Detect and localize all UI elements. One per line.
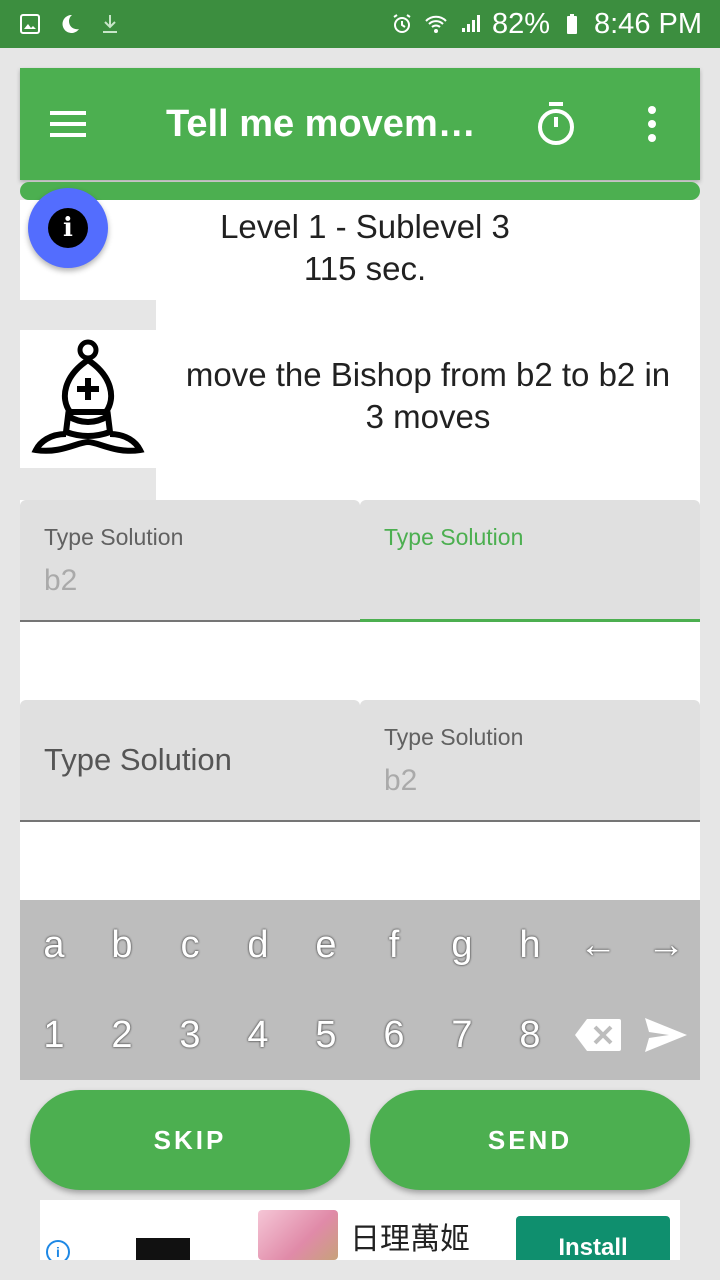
keyboard-row-numbers: 1 2 3 4 5 6 7 8 <box>20 990 700 1080</box>
bishop-icon <box>20 330 156 468</box>
ad-install-button[interactable]: Install <box>516 1216 670 1260</box>
send-button[interactable]: SEND <box>370 1090 690 1190</box>
key-e[interactable]: e <box>292 900 360 990</box>
solution-field-label: Type Solution <box>384 524 524 550</box>
instruction-line-1: move the Bishop from b2 to b2 in <box>185 356 671 393</box>
time-remaining: 115 sec. <box>303 250 427 287</box>
backspace-icon[interactable] <box>564 990 632 1080</box>
key-b[interactable]: b <box>88 900 156 990</box>
stopwatch-icon[interactable] <box>508 68 604 180</box>
key-c[interactable]: c <box>156 900 224 990</box>
ad-title: 日理萬姬 <box>350 1222 470 1257</box>
ad-info-icon[interactable]: i <box>46 1240 70 1260</box>
solution-field-3[interactable]: Type Solution <box>20 700 360 822</box>
ad-thumbnail <box>258 1210 338 1260</box>
more-vert-icon[interactable] <box>604 68 700 180</box>
key-2[interactable]: 2 <box>88 990 156 1080</box>
info-icon: i <box>48 208 88 248</box>
solution-field-4[interactable]: Type Solution b2 <box>360 700 700 822</box>
solution-field-hint: b2 <box>44 564 78 597</box>
app-toolbar: Tell me moveme... <box>20 68 700 180</box>
key-1[interactable]: 1 <box>20 990 88 1080</box>
wifi-icon <box>424 12 448 36</box>
instruction-text: move the Bishop from b2 to b2 in 3 moves <box>156 354 700 438</box>
solution-field-label: Type Solution <box>44 524 184 550</box>
toolbar-title: Tell me moveme... <box>166 102 491 145</box>
solution-field-hint: b2 <box>384 764 418 797</box>
ad-image-strip <box>136 1238 190 1260</box>
keyboard-row-letters: a b c d e f g h ← → <box>20 900 700 990</box>
level-title: Level 1 - Sublevel 3 <box>220 208 510 245</box>
alarm-icon <box>390 12 414 36</box>
send-icon[interactable] <box>632 990 700 1080</box>
status-bar: 82% 8:46 PM <box>0 0 720 48</box>
arrow-right-icon[interactable]: → <box>632 900 700 990</box>
key-8[interactable]: 8 <box>496 990 564 1080</box>
key-7[interactable]: 7 <box>428 990 496 1080</box>
arrow-left-icon[interactable]: ← <box>564 900 632 990</box>
key-a[interactable]: a <box>20 900 88 990</box>
key-6[interactable]: 6 <box>360 990 428 1080</box>
download-icon <box>98 12 122 36</box>
solution-field-2[interactable]: Type Solution <box>360 500 700 622</box>
moon-icon <box>58 12 82 36</box>
menu-icon[interactable] <box>20 68 116 180</box>
battery-percent: 82% <box>491 7 550 40</box>
clock: 8:46 PM <box>594 7 702 40</box>
info-button[interactable]: i <box>28 188 108 268</box>
key-d[interactable]: d <box>224 900 292 990</box>
battery-icon <box>560 12 584 36</box>
timer-progress-bar <box>20 182 700 200</box>
solution-field-label: Type Solution <box>384 724 524 750</box>
skip-button[interactable]: SKIP <box>30 1090 350 1190</box>
key-g[interactable]: g <box>428 900 496 990</box>
solution-field-label: Type Solution <box>44 742 232 777</box>
key-h[interactable]: h <box>496 900 564 990</box>
solution-field-1[interactable]: Type Solution b2 <box>20 500 360 622</box>
key-f[interactable]: f <box>360 900 428 990</box>
key-5[interactable]: 5 <box>292 990 360 1080</box>
ad-banner[interactable]: i 日理萬姬 Install <box>40 1200 680 1260</box>
chess-keyboard: a b c d e f g h ← → 1 2 3 4 5 6 7 8 <box>20 900 700 1080</box>
instruction-line-2: 3 moves <box>365 398 491 435</box>
image-icon <box>18 12 42 36</box>
key-4[interactable]: 4 <box>224 990 292 1080</box>
level-header: Level 1 - Sublevel 3 115 sec. <box>20 206 700 290</box>
key-3[interactable]: 3 <box>156 990 224 1080</box>
signal-icon <box>458 12 482 36</box>
